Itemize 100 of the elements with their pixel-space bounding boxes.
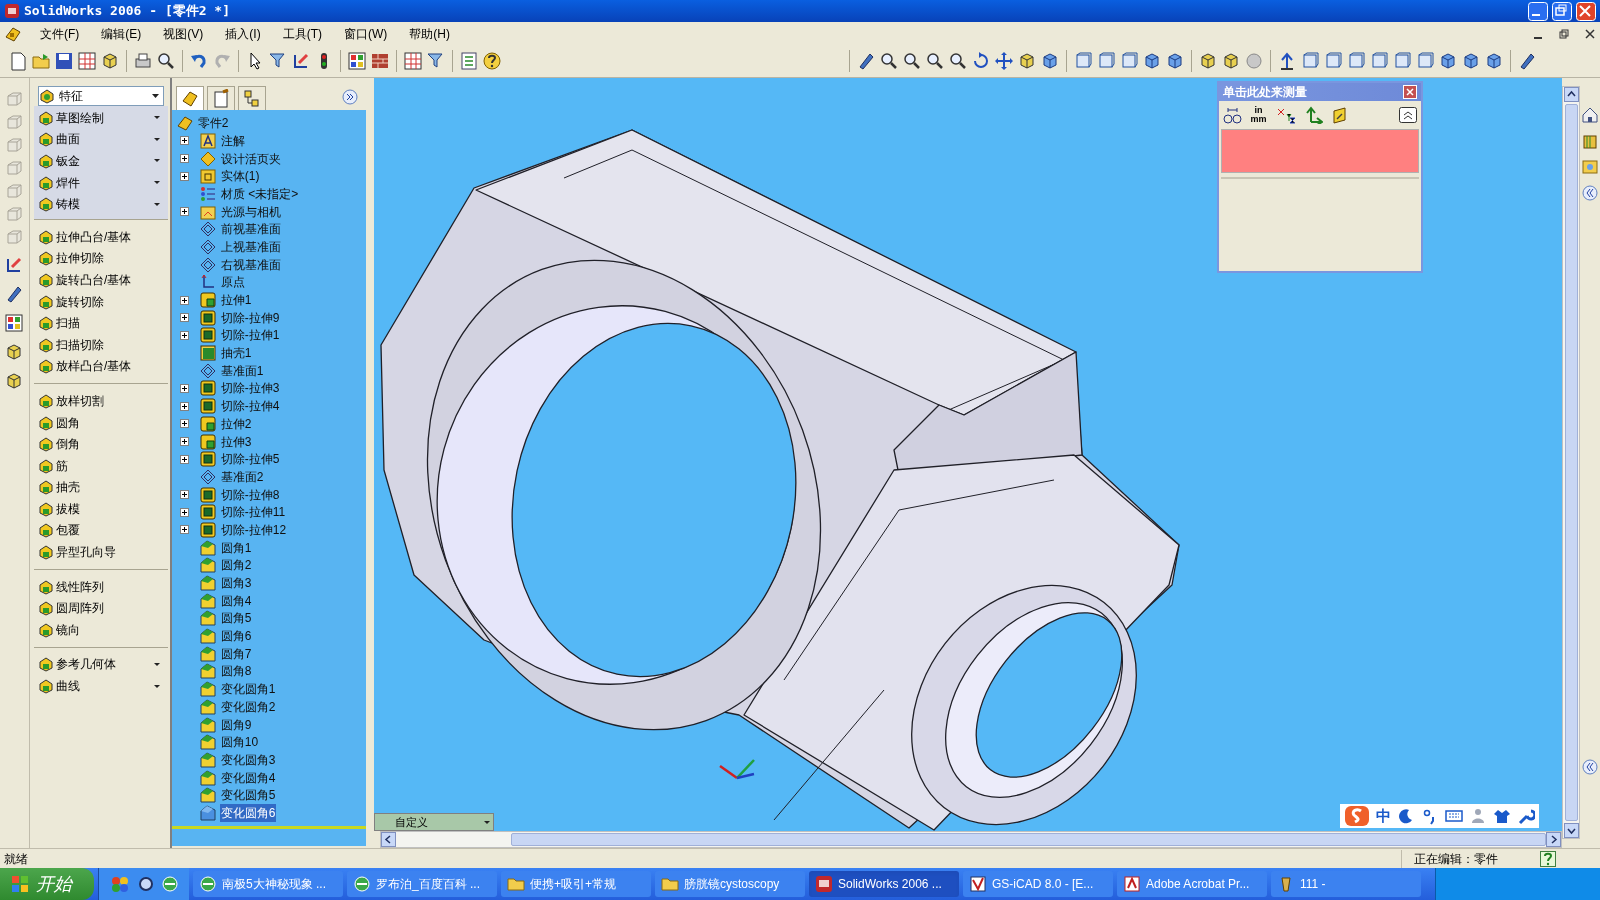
- panel-tab[interactable]: [175, 86, 204, 110]
- tree-item[interactable]: 上视基准面: [219, 237, 282, 256]
- home-icon[interactable]: [1581, 106, 1599, 124]
- restore-icon[interactable]: [1558, 27, 1570, 40]
- help-icon[interactable]: [1540, 850, 1556, 867]
- tree-item[interactable]: 变化圆角6: [219, 803, 277, 822]
- command-button[interactable]: 异型孔向导: [33, 541, 164, 563]
- tree-item[interactable]: 圆角2: [219, 556, 253, 575]
- tree-item[interactable]: 变化圆角1: [219, 680, 277, 699]
- table-icon[interactable]: [403, 51, 423, 71]
- tree-item[interactable]: 原点: [219, 273, 246, 292]
- filter-icon[interactable]: [426, 51, 446, 71]
- tree-item[interactable]: 变化圆角4: [219, 768, 277, 787]
- tree-item[interactable]: 材质 <未指定>: [219, 184, 300, 203]
- command-button[interactable]: 拔模: [33, 498, 164, 520]
- command-button[interactable]: 放样凸台/基体: [33, 355, 164, 378]
- library-icon[interactable]: [1581, 132, 1599, 150]
- command-button[interactable]: 扫描: [33, 312, 164, 334]
- cube-icon[interactable]: [1165, 51, 1185, 71]
- view-box-icon[interactable]: [1392, 51, 1412, 71]
- command-button[interactable]: 圆周阵列: [33, 597, 164, 620]
- panel-tab[interactable]: [237, 86, 266, 110]
- menu-item[interactable]: 工具(T): [278, 24, 326, 43]
- cube-icon[interactable]: [1461, 51, 1481, 71]
- command-button[interactable]: 放样切割: [33, 390, 164, 412]
- restore-icon[interactable]: [1552, 1, 1572, 21]
- command-button[interactable]: 扫描切除: [33, 333, 164, 356]
- expand-icon[interactable]: [179, 437, 189, 447]
- tree-item[interactable]: 切除-拉伸5: [219, 450, 281, 469]
- tree-item[interactable]: 圆角3: [219, 574, 253, 593]
- pan-icon[interactable]: [994, 51, 1014, 71]
- tree-item[interactable]: 圆角4: [219, 591, 253, 610]
- wrench-icon[interactable]: [1516, 807, 1535, 825]
- panel-tab[interactable]: [206, 86, 235, 110]
- view-box-icon[interactable]: [1415, 51, 1435, 71]
- cube-icon[interactable]: [1484, 51, 1504, 71]
- open-folder-icon[interactable]: [31, 51, 51, 71]
- taskbar-button[interactable]: SolidWorks 2006 ...: [809, 871, 959, 897]
- selection-field[interactable]: [1220, 129, 1419, 173]
- tree-item[interactable]: 设计活页夹: [219, 149, 282, 168]
- sketch-icon[interactable]: [291, 51, 311, 71]
- brick-texture-icon[interactable]: [370, 51, 390, 71]
- menu-item[interactable]: 帮助(H): [405, 24, 454, 43]
- tree-item[interactable]: 切除-拉伸4: [219, 397, 281, 416]
- expand-icon[interactable]: [179, 383, 189, 393]
- browser-icon[interactable]: [161, 875, 179, 893]
- command-button[interactable]: 曲线: [33, 675, 164, 697]
- command-button[interactable]: 参考几何体: [33, 653, 164, 676]
- command-button[interactable]: 曲面: [33, 128, 164, 151]
- tree-item[interactable]: 前视基准面: [219, 220, 282, 239]
- expand-icon[interactable]: [179, 313, 189, 323]
- horizontal-scrollbar[interactable]: [379, 831, 1563, 848]
- ime-toolbar[interactable]: 中: [1339, 804, 1539, 828]
- view-box-icon[interactable]: [1323, 51, 1343, 71]
- taskbar-button[interactable]: Adobe Acrobat Pr...: [1117, 871, 1267, 897]
- zoom-icon[interactable]: [902, 51, 922, 71]
- zoom-icon[interactable]: [948, 51, 968, 71]
- command-button[interactable]: 镜向: [33, 619, 164, 641]
- minimize-icon[interactable]: [1528, 1, 1548, 21]
- command-button[interactable]: 包覆: [33, 519, 164, 542]
- rotate-icon[interactable]: [971, 51, 991, 71]
- tree-item[interactable]: 注解: [219, 131, 246, 150]
- menu-item[interactable]: 窗口(W): [340, 24, 392, 43]
- expand-icon[interactable]: [179, 154, 189, 164]
- tree-item[interactable]: 右视基准面: [219, 255, 282, 274]
- command-button[interactable]: 倒角: [33, 433, 164, 455]
- view-box-icon[interactable]: [1300, 51, 1320, 71]
- cube-icon[interactable]: [1221, 51, 1241, 71]
- tree-root-item[interactable]: 零件2: [171, 114, 366, 132]
- vertical-scrollbar[interactable]: [1562, 86, 1580, 839]
- command-button[interactable]: 焊件: [33, 171, 164, 194]
- zoom-icon[interactable]: [925, 51, 945, 71]
- start-button[interactable]: 开始: [0, 868, 94, 900]
- tree-item[interactable]: 切除-拉伸9: [219, 308, 281, 327]
- palette-icon[interactable]: [4, 313, 25, 333]
- tree-item[interactable]: 拉伸2: [219, 414, 253, 433]
- tree-item[interactable]: 圆角10: [219, 733, 260, 752]
- print-icon[interactable]: [133, 51, 153, 71]
- command-button[interactable]: 圆角: [33, 411, 164, 434]
- taskbar-button[interactable]: 罗布泊_百度百科 ...: [347, 871, 497, 897]
- tree-item[interactable]: 变化圆角2: [219, 697, 277, 716]
- filter-icon[interactable]: [268, 51, 288, 71]
- command-button[interactable]: 筋: [33, 454, 164, 477]
- expand-icon[interactable]: [179, 401, 189, 411]
- tree-item[interactable]: 实体(1): [219, 167, 261, 186]
- cube-icon[interactable]: [1438, 51, 1458, 71]
- expand-icon[interactable]: [179, 295, 189, 305]
- zoom-icon[interactable]: [879, 51, 899, 71]
- keyboard-icon[interactable]: [1444, 807, 1463, 825]
- tree-item[interactable]: 变化圆角3: [219, 750, 277, 769]
- close-icon[interactable]: [1584, 27, 1596, 40]
- menu-item[interactable]: 编辑(E): [97, 24, 146, 43]
- tree-item[interactable]: 切除-拉伸12: [219, 520, 288, 539]
- cube-icon[interactable]: [1017, 51, 1037, 71]
- command-button[interactable]: 线性阵列: [33, 575, 164, 598]
- tree-item[interactable]: 拉伸3: [219, 432, 253, 451]
- tree-item[interactable]: 抽壳1: [219, 344, 253, 363]
- cube-icon[interactable]: [100, 51, 120, 71]
- expand-icon[interactable]: [179, 330, 189, 340]
- taskbar-button[interactable]: 111 -: [1271, 871, 1421, 897]
